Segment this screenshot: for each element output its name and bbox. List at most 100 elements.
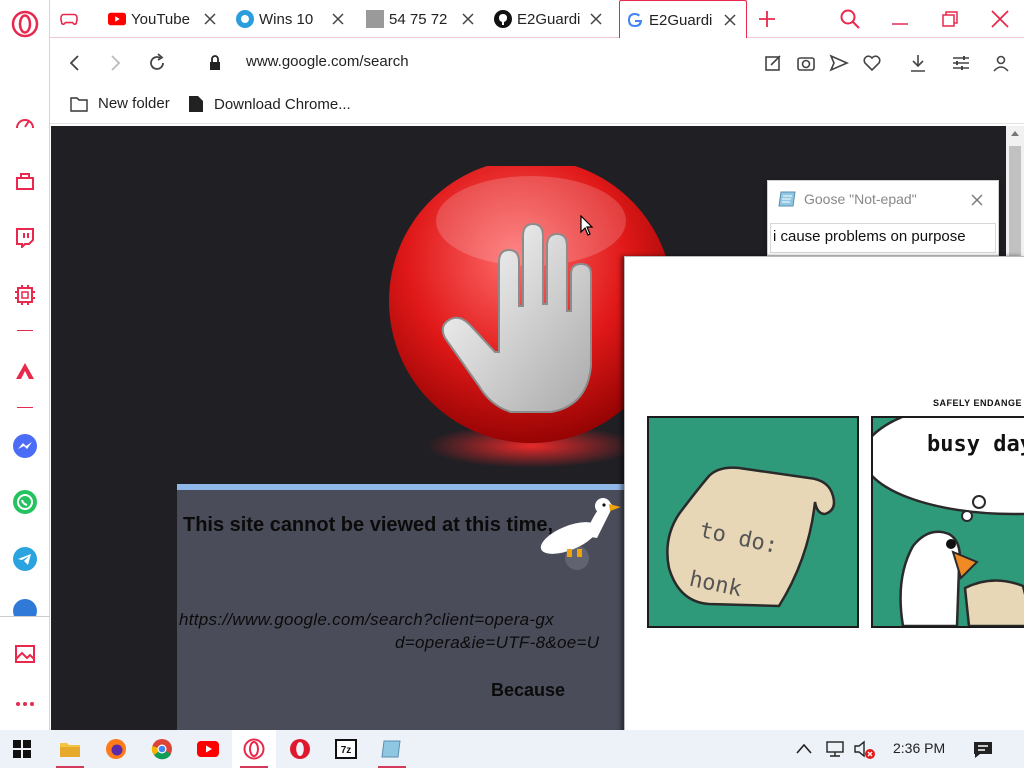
scroll-paper-icon [666,466,836,608]
bag-icon[interactable] [9,165,41,197]
block-title: This site cannot be viewed at this time, [183,514,554,536]
close-window-icon[interactable] [989,8,1011,30]
blocked-url: https://www.google.com/search?client=ope… [179,610,554,629]
telegram-icon[interactable] [9,543,41,575]
profile-icon[interactable] [990,52,1012,74]
notepad-icon [381,740,401,758]
forward-icon[interactable] [104,52,126,74]
search-tabs-icon[interactable] [839,8,861,30]
tab-youtube[interactable]: YouTube [102,0,228,38]
close-icon[interactable] [722,12,738,28]
windows-update-icon [236,10,254,28]
firefox-icon [106,739,126,759]
opera-logo-icon[interactable] [9,8,41,40]
opera-gx-icon [243,738,265,760]
taskbar-firefox[interactable] [94,730,138,768]
bookmark-new-folder[interactable]: New folder [70,95,170,112]
start-button[interactable] [0,730,44,768]
bookmarks-bar: New folder Download Chrome... [50,88,1024,124]
svg-text:7z: 7z [341,745,352,756]
mouse-cursor-icon [580,215,594,236]
desktop-screen: YouTube Wins 10 54 75 72 E2Guardi E2Guar… [0,0,1024,768]
tab-gamepad[interactable] [54,0,102,38]
tab-strip: YouTube Wins 10 54 75 72 E2Guardi E2Guar… [50,0,1024,39]
image-icon[interactable] [9,638,41,670]
sidebar-divider [17,330,33,331]
back-icon[interactable] [64,52,86,74]
easy-setup-icon[interactable] [950,52,972,74]
bookmark-label: New folder [98,95,170,112]
chrome-icon [151,739,172,760]
tab-google-e2guardian[interactable]: E2Guardi [619,0,747,39]
scroll-up-icon[interactable] [1006,126,1024,142]
blocked-url: d=opera&ie=UTF-8&oe=U [395,633,600,652]
notepad-icon [778,191,796,207]
taskbar-opera[interactable] [278,730,322,768]
tab-wins10[interactable]: Wins 10 [230,0,356,38]
tab-label: Wins 10 [259,10,314,28]
speedometer-icon[interactable] [9,108,41,140]
send-icon[interactable] [828,52,850,74]
notepad-title: Goose "Not-epad" [804,191,917,207]
url-field[interactable]: www.google.com/search [246,53,409,70]
notepad-text[interactable]: i cause problems on purpose [770,223,996,253]
volume-muted-icon[interactable] [853,739,877,761]
more-icon[interactable] [9,688,41,720]
sidebar-divider [0,616,50,617]
whatsapp-icon[interactable] [9,486,41,518]
chevron-up-icon[interactable] [794,741,814,757]
thought-bubble-text: busy day [927,432,1024,457]
taskbar-chrome[interactable] [140,730,184,768]
minimize-icon[interactable] [889,8,911,30]
youtube-app-icon [197,741,219,757]
taskbar-youtube[interactable] [186,730,230,768]
tab-label: E2Guardi [517,10,581,28]
camera-icon[interactable] [795,52,817,74]
taskbar-file-explorer[interactable] [48,730,92,768]
youtube-icon [108,10,126,28]
browser-sidebar [0,0,50,730]
close-icon[interactable] [588,11,604,27]
lock-icon[interactable] [204,52,226,74]
scroll-thumb[interactable] [1009,146,1021,256]
restore-icon[interactable] [939,8,961,30]
github-icon [494,10,512,28]
twitch-icon[interactable] [9,221,41,253]
new-tab-icon[interactable] [756,8,778,30]
taskbar: 7z 2:36 PM [0,730,1024,768]
address-bar: www.google.com/search [50,38,1024,88]
cpu-icon[interactable] [9,279,41,311]
network-icon[interactable] [824,740,846,758]
file-icon [189,96,203,112]
tab-hex[interactable]: 54 75 72 [360,0,486,38]
messenger-icon[interactable] [9,430,41,462]
opera-icon [290,739,310,759]
block-reason-label: Because [491,680,566,700]
tab-label: E2Guardi [649,11,713,29]
vk-icon[interactable] [9,598,41,616]
edit-icon[interactable] [762,52,784,74]
goose-icon[interactable] [537,494,623,576]
close-icon[interactable] [202,11,218,27]
comic-panel-2: busy day [871,416,1024,628]
close-icon[interactable] [460,11,476,27]
tab-github-e2guardian[interactable]: E2Guardi [488,0,614,38]
taskbar-notepad[interactable] [370,730,414,768]
folder-icon [70,96,88,112]
bookmark-label: Download Chrome... [214,95,351,113]
tab-label: 54 75 72 [389,10,448,28]
system-clock[interactable]: 2:36 PM [893,740,945,756]
download-icon[interactable] [907,52,929,74]
close-icon[interactable] [330,11,346,27]
taskbar-opera-gx[interactable] [232,730,276,768]
close-icon[interactable] [970,193,984,207]
heart-icon[interactable] [861,52,883,74]
sidebar-divider [17,407,33,408]
taskbar-7zip[interactable]: 7z [324,730,368,768]
reload-icon[interactable] [146,52,168,74]
meme-caption: SAFELY ENDANGE [933,398,1023,408]
file-explorer-icon [60,743,80,757]
player-icon[interactable] [9,355,41,387]
bookmark-download-chrome[interactable]: Download Chrome... [188,95,351,113]
notifications-icon[interactable] [972,740,994,760]
